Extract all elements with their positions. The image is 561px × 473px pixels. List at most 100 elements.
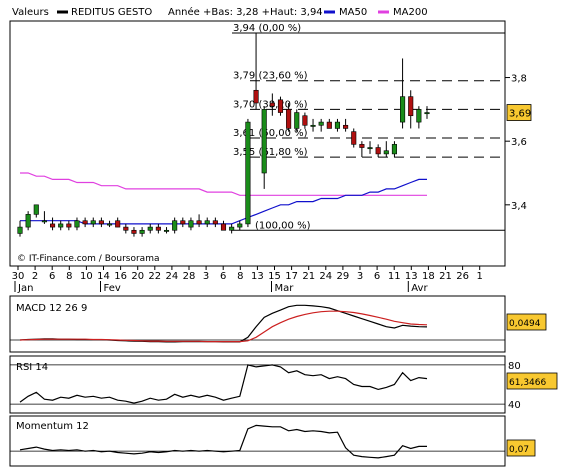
x-tick-label: 20 xyxy=(131,271,144,282)
candle xyxy=(41,211,47,224)
candle-body xyxy=(391,144,397,155)
candle xyxy=(383,141,389,158)
price-y-tick-label: 3,6 xyxy=(511,137,527,148)
candle xyxy=(66,220,72,231)
candle xyxy=(237,220,243,231)
x-tick-label: 21 xyxy=(439,271,452,282)
x-tick-label: 6 xyxy=(374,271,380,282)
x-tick-label: 30 xyxy=(12,271,25,282)
candle xyxy=(33,204,39,218)
candle xyxy=(204,217,210,228)
x-tick-label: 24 xyxy=(166,271,179,282)
candle xyxy=(343,118,349,132)
candle xyxy=(245,118,251,228)
ma200-line xyxy=(20,172,427,196)
x-tick-label: 3 xyxy=(357,271,363,282)
rsi-y-tick-label: 80 xyxy=(508,361,521,372)
month-label: Fev xyxy=(104,283,121,294)
candle xyxy=(416,106,422,129)
candle xyxy=(123,223,129,234)
x-tick-label: 15 xyxy=(268,271,281,282)
candle xyxy=(155,223,161,234)
x-tick-label: 26 xyxy=(456,271,469,282)
candle xyxy=(261,106,267,189)
x-tick-label: 14 xyxy=(97,271,110,282)
candle-body xyxy=(334,121,341,129)
price-panel: 3,43,63,83,94 (0,00 %)3,79 (23,60 %)3,70… xyxy=(17,23,532,237)
month-label: Mar xyxy=(275,283,295,294)
macd-title: MACD 12 26 9 xyxy=(16,303,87,314)
candle-body xyxy=(139,229,145,234)
candle-body xyxy=(123,226,129,231)
candle-body xyxy=(17,226,23,234)
candle-body xyxy=(408,96,414,117)
candle xyxy=(212,217,218,228)
candle-body xyxy=(131,229,137,234)
candle-body xyxy=(212,220,218,225)
candle xyxy=(229,223,235,234)
candle-body xyxy=(180,220,186,225)
stock-chart: Valeurs REDITUS GESTO Année +Bas: 3,28 +… xyxy=(9,6,558,467)
rsi-y-tick-label: 40 xyxy=(508,400,521,411)
x-tick-label: 2 xyxy=(32,271,38,282)
candle-body xyxy=(155,226,161,231)
candle-body xyxy=(163,229,170,232)
candle xyxy=(58,220,64,231)
candle xyxy=(180,217,186,228)
ma50-line xyxy=(20,178,427,225)
candle xyxy=(424,106,430,119)
month-label: Avr xyxy=(411,283,428,294)
candle-body xyxy=(188,220,194,228)
candle-body xyxy=(253,89,259,104)
macd-last-value: 0,0494 xyxy=(509,319,541,329)
x-tick-label: 22 xyxy=(148,271,161,282)
candle xyxy=(172,217,178,234)
price-last-value: 3,69 xyxy=(509,109,531,120)
candle-body xyxy=(66,223,72,228)
indicator-line xyxy=(19,310,428,343)
fibonacci-level-label: 3,79 (23,60 %) xyxy=(233,71,308,82)
candle xyxy=(131,227,137,237)
candle-body xyxy=(359,144,365,148)
price-y-tick-label: 3,8 xyxy=(511,74,527,85)
x-tick-label: 16 xyxy=(114,271,127,282)
x-tick-label: 28 xyxy=(183,271,196,282)
chart-header: Valeurs REDITUS GESTO Année +Bas: 3,28 +… xyxy=(12,6,428,18)
x-axis: 30 2 6 8 10 14 16 20 22 24 28 3 6 8 13 15 17 21 24 29 3 6 11 13… xyxy=(12,266,483,294)
candle-body xyxy=(74,220,80,228)
candle xyxy=(359,141,365,158)
candle xyxy=(25,211,31,231)
candle-body xyxy=(424,112,430,115)
candle-body xyxy=(286,109,292,129)
candle xyxy=(294,109,300,132)
x-tick-label: 18 xyxy=(422,271,435,282)
rsi-title: RSI 14 xyxy=(16,362,48,373)
candle-body xyxy=(343,124,349,129)
candle-body xyxy=(245,121,251,225)
candle xyxy=(147,223,153,234)
candle-body xyxy=(147,226,153,231)
candle-body xyxy=(375,147,381,155)
candle xyxy=(74,217,80,231)
candle-body xyxy=(302,115,308,126)
rsi-last-value: 61,3466 xyxy=(509,378,546,388)
month-label: Jan xyxy=(17,283,33,294)
x-tick-label: 1 xyxy=(477,271,483,282)
candle xyxy=(326,118,332,129)
x-tick-label: 24 xyxy=(319,271,332,282)
candle-body xyxy=(115,220,121,228)
ma50-legend-label: MA50 xyxy=(339,7,367,18)
candle-body xyxy=(58,223,64,228)
candle-body xyxy=(50,223,56,228)
indicator-line xyxy=(19,364,428,404)
candle xyxy=(98,217,104,228)
fibonacci-level-label: 3,55 (61,80 %) xyxy=(233,147,308,158)
candle-body xyxy=(220,223,227,231)
x-tick-label: 13 xyxy=(251,271,264,282)
x-tick-label: 8 xyxy=(66,271,72,282)
candle-body xyxy=(400,96,406,123)
candle-body xyxy=(277,99,284,113)
candle xyxy=(310,118,316,132)
candle xyxy=(115,217,121,228)
candle xyxy=(334,118,341,132)
